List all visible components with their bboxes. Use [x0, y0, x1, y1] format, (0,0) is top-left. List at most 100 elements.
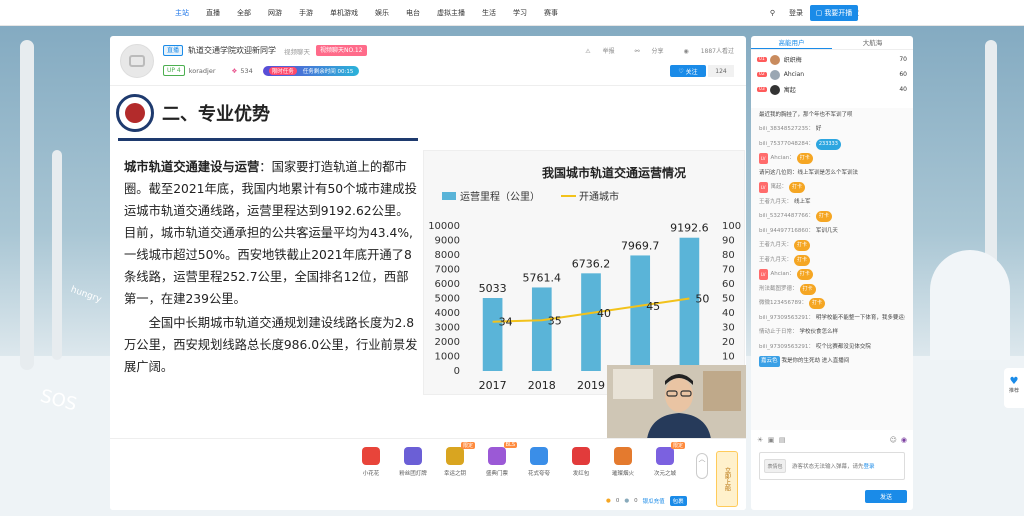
task-progress[interactable]: 限时任务 任务剩余时间 00:15	[262, 65, 360, 76]
message-user[interactable]: 微微123456789：	[759, 298, 807, 309]
room-title-row: 直播 轨道交通学院欢迎新同学 视频聊天 视频聊天NO.12	[163, 45, 367, 56]
rank-row[interactable]: 01 织织梅 70	[757, 52, 907, 67]
chart-bar	[581, 273, 601, 371]
stream-video[interactable]: 二、专业优势 城市轨道交通建设与运营：国家要打造轨道上的都市圈。截至2021年底…	[110, 86, 746, 438]
bar-data-label: 7969.7	[621, 239, 660, 252]
rank-row[interactable]: 03 寓起 40	[757, 82, 907, 97]
viewer-count: ◉ 1887人看过	[674, 46, 734, 55]
x-tick-label: 2019	[577, 379, 605, 392]
recharge-link[interactable]: 银瓜充值	[643, 497, 665, 505]
danmaku-input[interactable]: 表情包 游客状态无法输入弹幕，请先 登录	[759, 452, 905, 480]
message-user[interactable]: bili_97309563291：	[759, 313, 814, 324]
live-room-panel: 直播 轨道交通学院欢迎新同学 视频聊天 视频聊天NO.12 UP 4 korad…	[110, 36, 746, 510]
gift-badge: BLS	[503, 442, 517, 448]
nav-single-games[interactable]: 单机游戏	[330, 8, 358, 18]
follow-button[interactable]: ♡ 关注	[670, 65, 706, 77]
gift-item[interactable]: 璀璨烟火	[605, 447, 641, 477]
nav-entertainment[interactable]: 娱乐	[375, 8, 389, 18]
gift-item[interactable]: 幸运之钥 限定	[437, 442, 475, 477]
send-button[interactable]: 发送	[865, 490, 907, 503]
emoji-icon[interactable]: ☺	[890, 436, 897, 444]
gift-item[interactable]: 盛典门票 BLS	[479, 442, 517, 477]
nav-online-games[interactable]: 网游	[268, 8, 282, 18]
uploader-name[interactable]: koradjer	[189, 67, 216, 75]
bar-data-label: 5761.4	[523, 271, 562, 284]
nav-radio[interactable]: 电台	[406, 8, 420, 18]
login-link[interactable]: 登录	[789, 8, 803, 18]
rank-badge[interactable]: 视频聊天NO.12	[316, 45, 367, 56]
live-tag: 直播	[163, 45, 184, 56]
gift-item[interactable]: 粉丝团灯牌	[395, 447, 431, 477]
emote-pack-button[interactable]: 表情包	[764, 459, 786, 473]
search-icon[interactable]: ⚲	[770, 9, 775, 17]
gift-item[interactable]: 次元之城 限定	[647, 442, 685, 477]
tab-voyage[interactable]: 大航海	[832, 36, 913, 49]
board-ship-button[interactable]: 立即上船	[716, 451, 738, 507]
rank-score: 60	[899, 71, 907, 78]
streamer-avatar[interactable]	[120, 44, 154, 78]
line-data-label: 34	[499, 316, 513, 329]
rank-user-name: 织织梅	[783, 57, 802, 64]
gift-scroll-up-button[interactable]: ︿	[696, 453, 708, 479]
legend-label-line: 开通城市	[579, 190, 619, 203]
streamer-figure	[607, 365, 746, 438]
gift-icon[interactable]: ▣	[768, 436, 775, 444]
bar-data-label: 6736.2	[572, 257, 611, 270]
danmaku-message: bili_97309563291：明学校能不能整一下体育，我多要运会都没见	[759, 311, 905, 326]
recommend-float-button[interactable]: ♥ 推荐	[1004, 368, 1024, 408]
nav-mobile-games[interactable]: 手游	[299, 8, 313, 18]
nav-esports[interactable]: 赛事	[544, 8, 558, 18]
message-user[interactable]: 王者九月天：	[759, 197, 792, 208]
message-user[interactable]: bili_75377048284：	[759, 139, 814, 150]
y-left-tick: 1000	[435, 352, 460, 363]
gift-item[interactable]: 小花花	[353, 447, 389, 477]
nav-vtuber[interactable]: 虚拟主播	[437, 8, 465, 18]
message-text: 明学校能不能整一下体育，我多要运会都没见	[815, 314, 905, 321]
nav-home[interactable]: 主站	[175, 8, 189, 18]
tab-high-energy-users[interactable]: 高能用户	[751, 36, 832, 49]
up-level-badge: UP 4	[163, 65, 185, 76]
message-user[interactable]: 寓起：	[771, 182, 788, 193]
message-user[interactable]: bili_53274487766：	[759, 211, 814, 222]
user-avatar	[769, 54, 780, 65]
nav-all[interactable]: 全部	[237, 8, 251, 18]
gift-icon	[530, 447, 548, 465]
gift-item[interactable]: 花式夸夸	[521, 447, 557, 477]
message-user[interactable]: Ahcian：	[771, 153, 795, 164]
share-button[interactable]: ⚯ 分享	[625, 46, 664, 55]
danmaku-message: LV Ahcian： 打卡	[759, 268, 905, 283]
message-user[interactable]: 刑法截图罗德：	[759, 284, 798, 295]
history-icon[interactable]: ▤	[779, 436, 786, 444]
message-sticker: 打卡	[794, 240, 811, 252]
message-user[interactable]: 王者九月天：	[759, 240, 792, 251]
package-button[interactable]: 包裹	[669, 496, 687, 506]
y-left-tick: 5000	[435, 294, 460, 305]
report-button[interactable]: ⚠ 举报	[575, 46, 614, 55]
level-badge: LV	[759, 182, 768, 194]
nav-life[interactable]: 生活	[482, 8, 496, 18]
rank-row[interactable]: 02 Ahcian 60	[757, 67, 907, 82]
y-left-tick: 8000	[435, 250, 460, 261]
danmaku-message: bili_97309563291： 哎个比赛都没见体交院	[759, 340, 905, 355]
slide-paragraph-1-text: ：国家要打造轨道上的都市圈。截至2021年底，我国内地累计有50个城市建成投运城…	[124, 160, 417, 306]
message-sticker: 打卡	[796, 269, 813, 281]
nav-study[interactable]: 学习	[513, 8, 527, 18]
emote-icon[interactable]: ◉	[901, 436, 907, 444]
message-user[interactable]: bili_94497716860：	[759, 226, 814, 237]
gift-icon	[446, 447, 464, 465]
gift-item[interactable]: 发红包	[563, 447, 599, 477]
danmaku-list[interactable]: 最近我的胸挂了，那个年也不军训了呗 bili_38348527235：好 bili_…	[751, 108, 913, 430]
palette-icon[interactable]: ☀	[757, 436, 763, 444]
message-user[interactable]: Ahcian：	[771, 269, 795, 280]
message-user[interactable]: 王者九月天：	[759, 255, 792, 266]
room-category[interactable]: 视频聊天	[284, 46, 310, 56]
input-login-link[interactable]: 登录	[864, 462, 875, 470]
message-user[interactable]: bili_97309563291：	[759, 342, 814, 353]
y-right-tick: 60	[722, 279, 735, 290]
message-user[interactable]: 情动止于日常：	[759, 327, 798, 338]
message-user[interactable]: bili_38348527235：	[759, 124, 814, 135]
danmaku-message: LV Ahcian： 打卡	[759, 152, 905, 167]
nav-live[interactable]: 直播	[206, 8, 220, 18]
start-live-button[interactable]: ▢ 我要开播	[810, 5, 858, 21]
message-text: 学校伙食怎么样	[799, 329, 839, 336]
